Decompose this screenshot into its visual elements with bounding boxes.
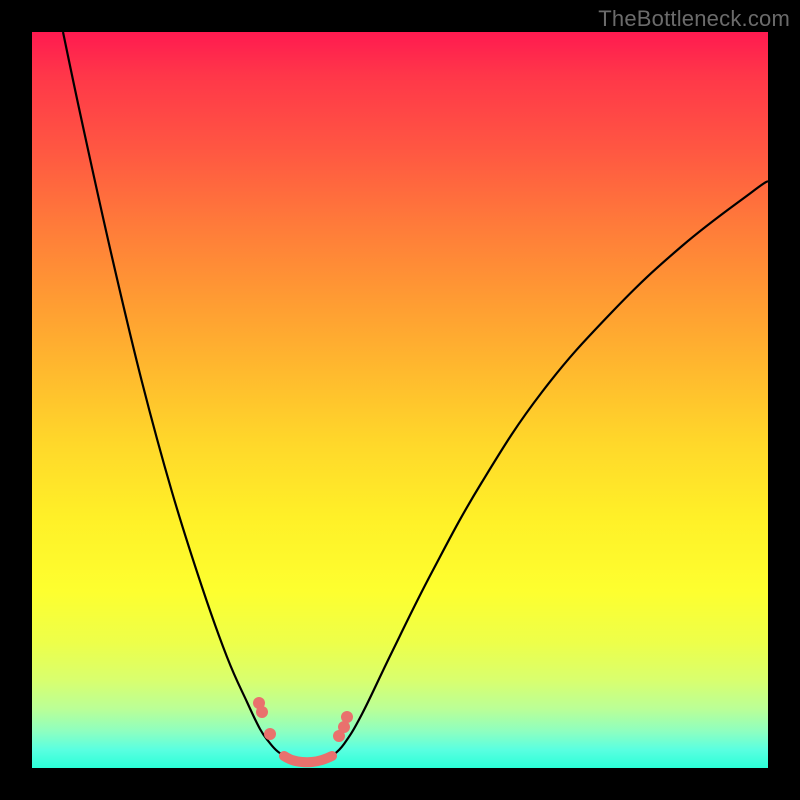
curve-svg — [32, 32, 768, 768]
dot-group — [253, 697, 353, 742]
plot-area — [32, 32, 768, 768]
curve-dot — [264, 728, 276, 740]
watermark-text: TheBottleneck.com — [598, 6, 790, 32]
curve-dot — [256, 706, 268, 718]
bottom-arc — [284, 756, 332, 762]
right-curve — [332, 181, 768, 756]
curve-dot — [333, 730, 345, 742]
chart-frame: TheBottleneck.com — [0, 0, 800, 800]
left-curve — [63, 32, 284, 756]
